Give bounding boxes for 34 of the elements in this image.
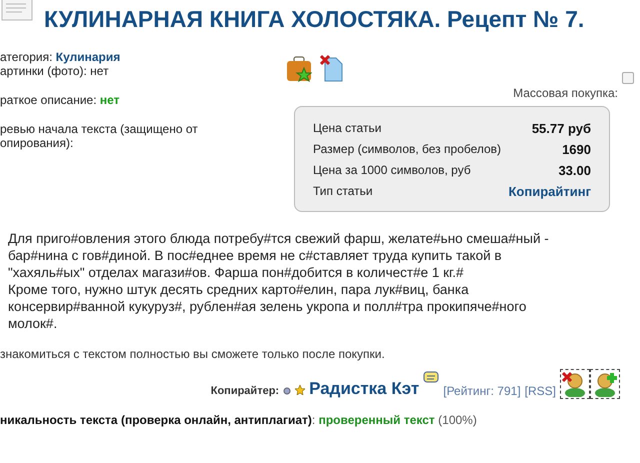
field-label: ревью начала текста (защищено от опирования): xyxy=(0,122,199,150)
rating-text: [Рейтинг: 791] xyxy=(443,384,521,398)
stat-label: Тип статьи xyxy=(313,184,373,199)
star-icon xyxy=(295,385,306,395)
uniqueness-value: проверенный текст xyxy=(318,413,435,427)
briefcase-star-icon[interactable] xyxy=(286,56,312,82)
stat-value: 33.00 xyxy=(558,163,591,178)
user-add-icon[interactable] xyxy=(590,369,620,399)
percent-text: (100%) xyxy=(438,413,477,427)
rss-link[interactable]: [RSS] xyxy=(524,384,556,398)
circle-icon xyxy=(283,387,292,395)
field-label: атегория: xyxy=(0,50,54,64)
user-remove-icon[interactable] xyxy=(560,369,590,399)
field-label: раткое описание: xyxy=(0,93,98,107)
page-title: КУЛИНАРНАЯ КНИГА ХОЛОСТЯКА. Рецепт № 7. xyxy=(44,6,584,33)
checkbox-label: Массовая покупка: xyxy=(513,86,618,100)
speech-bubble-icon[interactable] xyxy=(423,371,440,385)
preview-text: Для приго#овления этого блюда потребу#тся свежий фарш, желате#ьно смеша#ный - бар#нина с гов#диной. В пос#еднее время не с#ставляет труда купить такой в "хахяль#ых" отделах магази#ов. Фарша пон#добится в количест#е 1 кг.# Кроме того, нужно штук десять средних карто#елин, пара лук#виц, банка консервир#ванной кукуруз#, рублен#ая зелень укропа и полл#тра прокипяче#ного молок#. xyxy=(8,230,550,332)
copywriter-label: Копирайтер: xyxy=(210,385,280,397)
separator-text: : xyxy=(312,413,316,427)
stat-label: Цена за 1000 символов, руб xyxy=(313,163,471,178)
pictures-text: артинки (фото): нет xyxy=(0,64,110,78)
author-link[interactable]: Радистка Кэт xyxy=(309,379,420,399)
notice-text: знакомиться с текстом полностью вы сможете только после покупки. xyxy=(0,346,386,363)
stat-label: Цена статьи xyxy=(313,121,382,136)
stat-value: 1690 xyxy=(562,142,591,157)
uniqueness-label: никальность текста (проверка онлайн, антиплагиат) xyxy=(0,413,312,427)
field-value: нет xyxy=(100,93,120,107)
stat-label: Размер (символов, без пробелов) xyxy=(313,142,502,157)
category-link[interactable]: Кулинария xyxy=(56,50,120,64)
article-type-link[interactable]: Копирайтинг xyxy=(508,184,591,199)
checkbox[interactable] xyxy=(622,72,634,84)
document-delete-icon[interactable] xyxy=(320,54,344,82)
stat-value: 55.77 руб xyxy=(532,121,591,136)
